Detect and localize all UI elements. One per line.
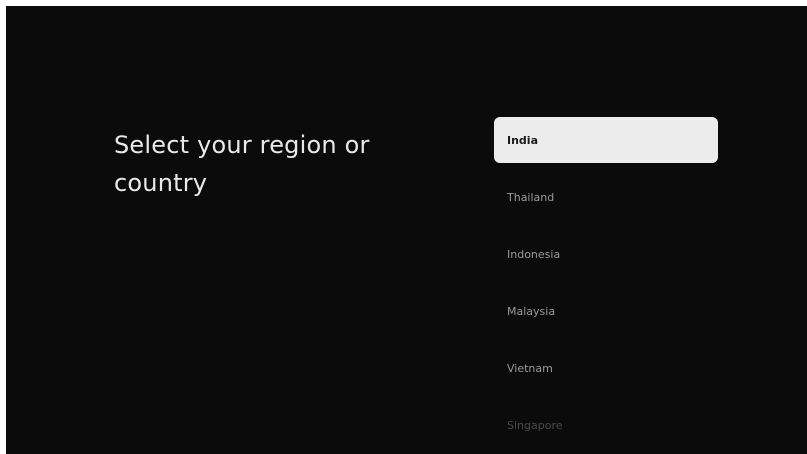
- page-title: Select your region or country: [114, 131, 370, 197]
- region-option-singapore[interactable]: Singapore: [494, 402, 718, 448]
- region-option-malaysia[interactable]: Malaysia: [494, 288, 718, 334]
- region-option-thailand[interactable]: Thailand: [494, 174, 718, 220]
- region-option-india[interactable]: India: [494, 117, 718, 163]
- region-selection-screen: Select your region or country India Thai…: [6, 6, 807, 454]
- region-option-vietnam[interactable]: Vietnam: [494, 345, 718, 391]
- region-list: India Thailand Indonesia Malaysia Vietna…: [494, 117, 718, 454]
- region-option-indonesia[interactable]: Indonesia: [494, 231, 718, 277]
